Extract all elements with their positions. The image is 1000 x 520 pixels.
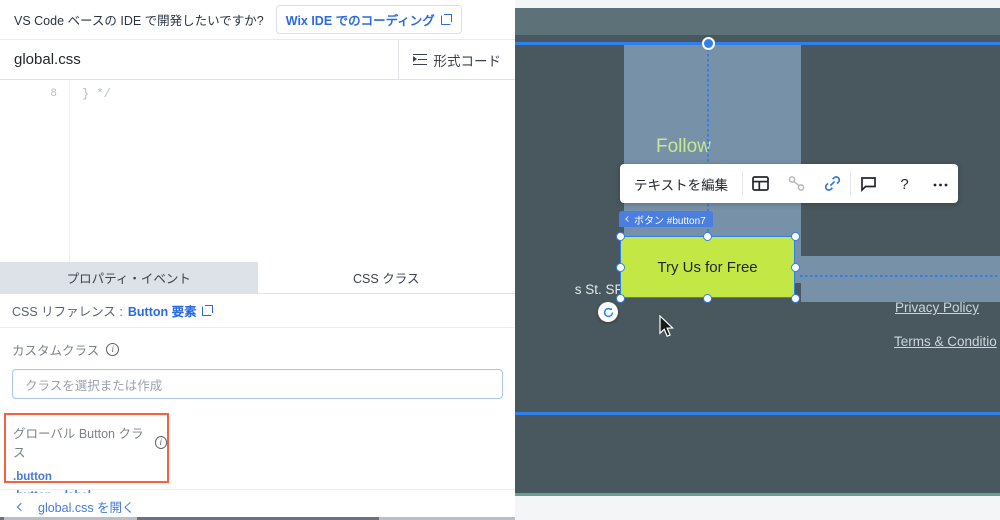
- mouse-cursor: [659, 315, 675, 338]
- promo-bar: VS Code ベースの IDE で開発したいですか? Wix IDE でのコー…: [0, 0, 515, 40]
- external-link-icon: [202, 305, 213, 316]
- layout-icon: [751, 174, 770, 193]
- element-action-toolbar: テキストを編集: [620, 164, 958, 203]
- tab-css-classes-label: CSS クラス: [353, 268, 419, 287]
- code-content-area[interactable]: } */: [70, 80, 515, 262]
- wix-ide-coding-button[interactable]: Wix IDE でのコーディング: [276, 5, 462, 34]
- chevron-left-icon: [625, 216, 631, 222]
- chevron-left-icon: [17, 502, 25, 510]
- tab-properties-events-label: プロパティ・イベント: [67, 268, 191, 287]
- guide-drag-handle[interactable]: [702, 37, 715, 50]
- rotate-icon: [602, 306, 615, 319]
- resize-handle-top-right[interactable]: [791, 232, 800, 241]
- open-global-css-label: global.css を開く: [38, 497, 135, 516]
- global-class-label-row: グローバル Button クラス i: [13, 423, 167, 461]
- format-code-label: 形式コード: [434, 50, 502, 70]
- code-panel: VS Code ベースの IDE で開発したいですか? Wix IDE でのコー…: [0, 0, 515, 520]
- connect-data-icon: [787, 174, 806, 193]
- custom-class-label: カスタムクラス: [12, 340, 99, 359]
- code-line: } */: [82, 86, 515, 103]
- screen-root: VS Code ベースの IDE で開発したいですか? Wix IDE でのコー…: [0, 0, 1000, 520]
- file-name-label: global.css: [14, 51, 81, 68]
- format-code-button[interactable]: 形式コード: [398, 40, 516, 79]
- wix-ide-button-label: Wix IDE でのコーディング: [286, 10, 435, 29]
- format-code-icon: [413, 54, 427, 66]
- line-number: 8: [0, 86, 69, 103]
- section-divider: [0, 489, 515, 490]
- global-class-item[interactable]: .button: [13, 468, 167, 487]
- privacy-policy-link[interactable]: Privacy Policy: [895, 300, 979, 315]
- address-text[interactable]: s St. SF,: [515, 282, 625, 297]
- edit-text-button[interactable]: テキストを編集: [620, 164, 742, 203]
- resize-handle-top-center[interactable]: [703, 232, 712, 241]
- selected-element-badge[interactable]: ボタン #button7: [619, 211, 713, 227]
- resize-handle-bottom-center[interactable]: [703, 294, 712, 303]
- horizontal-snap-guide: [800, 275, 1000, 277]
- code-editor[interactable]: 8 } */: [0, 80, 515, 262]
- selected-button-element[interactable]: Try Us for Free: [620, 236, 795, 298]
- resize-handle-top-left[interactable]: [616, 232, 625, 241]
- edit-text-label: テキストを編集: [634, 174, 728, 194]
- custom-class-label-row: カスタムクラス i: [12, 340, 503, 359]
- resize-handle-middle-right[interactable]: [791, 263, 800, 272]
- css-reference-row: CSS リファレンス : Button 要素: [0, 294, 515, 328]
- custom-class-input-placeholder: クラスを選択または作成: [25, 375, 162, 394]
- more-options-button[interactable]: [922, 164, 958, 203]
- external-link-icon: [441, 14, 452, 25]
- svg-text:?: ?: [900, 176, 908, 193]
- custom-class-section: カスタムクラス i クラスを選択または作成: [0, 328, 515, 399]
- canvas-top-band: [515, 8, 1000, 35]
- link-icon: [823, 174, 842, 193]
- more-options-icon: [931, 174, 950, 193]
- promo-text: VS Code ベースの IDE で開発したいですか?: [14, 10, 264, 29]
- canvas-bottom-edge: [515, 493, 1000, 496]
- file-name-tab[interactable]: global.css: [0, 40, 398, 79]
- global-button-class-section: グローバル Button クラス i .button .button__labe…: [4, 413, 169, 483]
- comment-button[interactable]: [851, 164, 887, 203]
- info-icon[interactable]: i: [106, 343, 119, 356]
- help-icon: ?: [895, 174, 914, 193]
- open-global-css-row[interactable]: global.css を開く: [0, 493, 515, 520]
- line-number-gutter: 8: [0, 80, 70, 262]
- connect-data-button[interactable]: [779, 164, 815, 203]
- terms-conditions-link[interactable]: Terms & Conditio: [894, 334, 997, 349]
- panel-tab-bar: プロパティ・イベント CSS クラス: [0, 262, 515, 294]
- resize-handle-bottom-right[interactable]: [791, 294, 800, 303]
- resize-handle-middle-left[interactable]: [616, 263, 625, 272]
- help-button[interactable]: ?: [887, 164, 923, 203]
- canvas-column-right[interactable]: [801, 256, 1000, 302]
- selected-element-badge-label: ボタン #button7: [634, 212, 706, 227]
- tab-css-classes[interactable]: CSS クラス: [258, 262, 516, 293]
- link-button[interactable]: [814, 164, 850, 203]
- global-class-label: グローバル Button クラス: [13, 423, 148, 461]
- layout-button[interactable]: [743, 164, 779, 203]
- resize-handle-bottom-left[interactable]: [616, 294, 625, 303]
- rotate-handle[interactable]: [598, 302, 618, 322]
- selected-button-label: Try Us for Free: [657, 259, 757, 276]
- info-icon[interactable]: i: [155, 436, 167, 449]
- layout-guide-line[interactable]: [515, 42, 1000, 45]
- tab-properties-events[interactable]: プロパティ・イベント: [0, 262, 258, 293]
- css-reference-label: CSS リファレンス :: [12, 301, 123, 320]
- file-tab-bar: global.css 形式コード: [0, 40, 515, 80]
- layout-guide-line[interactable]: [515, 412, 1000, 415]
- follow-heading[interactable]: Follow: [656, 136, 711, 158]
- comment-icon: [859, 174, 878, 193]
- css-reference-link[interactable]: Button 要素: [128, 301, 197, 320]
- custom-class-input[interactable]: クラスを選択または作成: [12, 369, 503, 399]
